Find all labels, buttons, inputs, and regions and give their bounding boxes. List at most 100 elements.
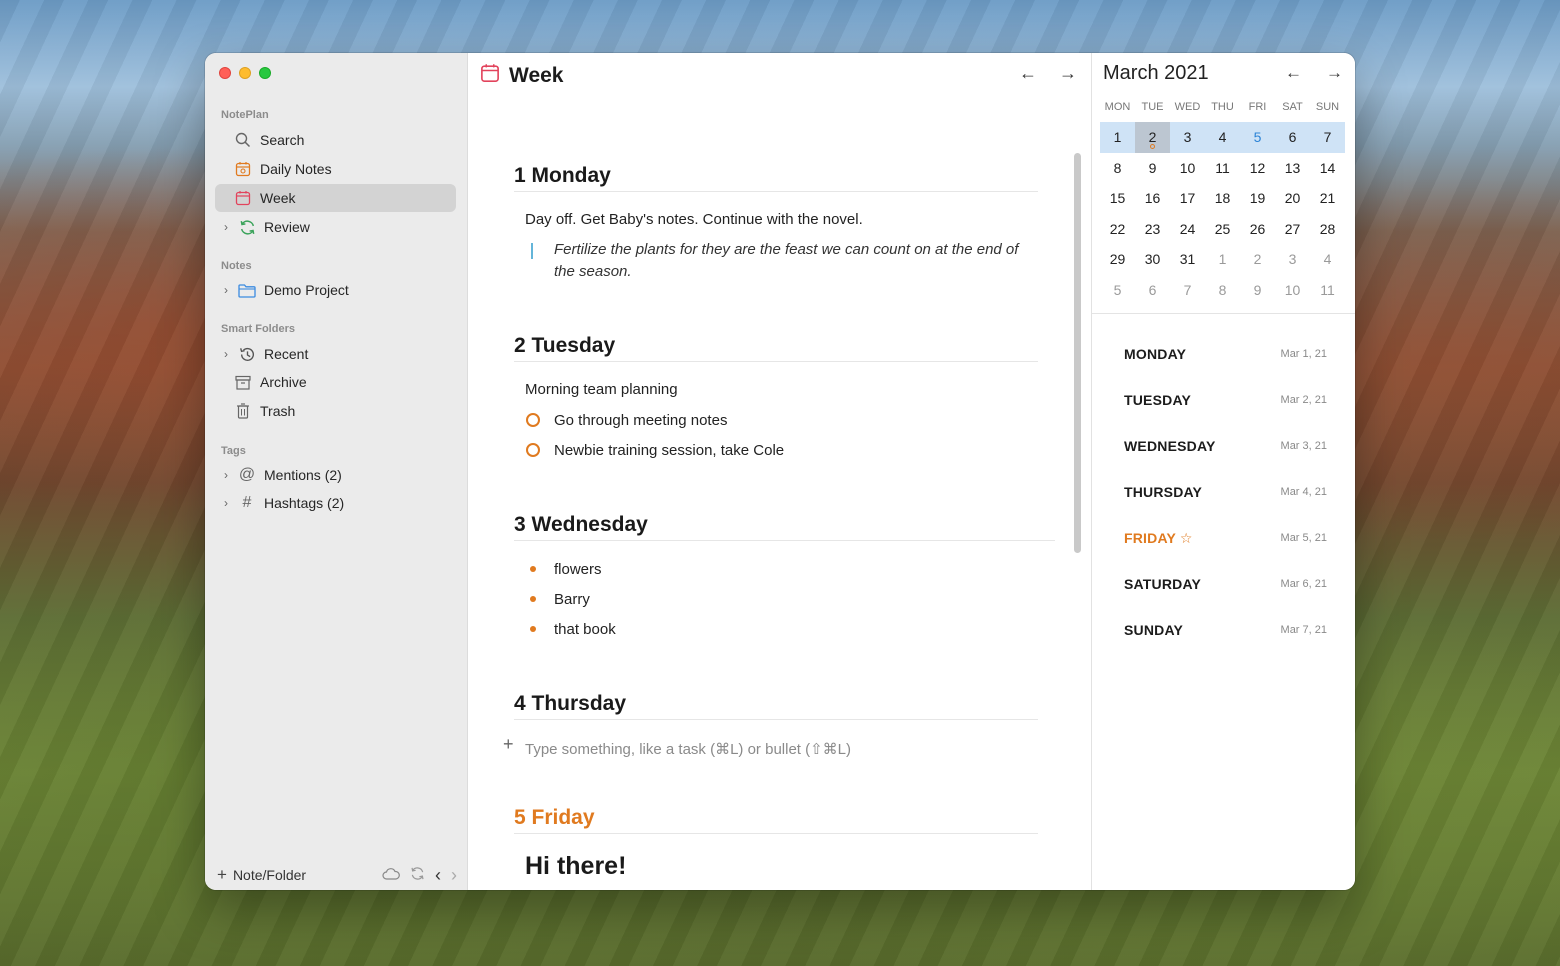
chevron-right-icon[interactable]: › <box>219 220 233 234</box>
calendar-week-row-selected[interactable]: 1 2 3 4 5 6 7 <box>1100 122 1345 153</box>
calendar-week-row[interactable]: 8 9 10 11 12 13 14 <box>1100 153 1345 184</box>
calendar-day[interactable]: 16 <box>1135 183 1170 214</box>
sidebar-item-week[interactable]: Week <box>215 184 456 212</box>
calendar-day[interactable]: 11 <box>1205 153 1240 184</box>
week-day-item-wednesday[interactable]: WEDNESDAY Mar 3, 21 <box>1092 423 1355 469</box>
sidebar-item-recent[interactable]: › Recent <box>215 340 456 368</box>
calendar-day[interactable]: 9 <box>1135 153 1170 184</box>
calendar-day[interactable]: 7 <box>1310 122 1345 153</box>
calendar-day[interactable]: 24 <box>1170 214 1205 245</box>
calendar-week-row[interactable]: 15 16 17 18 19 20 21 <box>1100 183 1345 214</box>
day-heading-wednesday[interactable]: 3 Wednesday <box>514 513 1055 541</box>
calendar-day[interactable]: 30 <box>1135 244 1170 275</box>
next-week-arrow-icon[interactable]: → <box>1059 63 1077 84</box>
calendar-day-next-month[interactable]: 9 <box>1240 275 1275 306</box>
day-heading-friday[interactable]: 5 Friday <box>514 806 1038 834</box>
sidebar-item-demo-project[interactable]: › Demo Project <box>215 276 456 304</box>
new-line-placeholder[interactable]: Type something, like a task (⌘L) or bull… <box>525 740 851 758</box>
calendar-day[interactable]: 6 <box>1275 122 1310 153</box>
sidebar-item-trash[interactable]: Trash <box>215 397 456 425</box>
calendar-day[interactable]: 8 <box>1100 153 1135 184</box>
task-checkbox[interactable] <box>526 413 540 427</box>
bullet-item[interactable]: flowers <box>554 561 602 578</box>
calendar-day[interactable]: 20 <box>1275 183 1310 214</box>
calendar-day-next-month[interactable]: 11 <box>1310 275 1345 306</box>
day-heading-tuesday[interactable]: 2 Tuesday <box>514 334 1038 362</box>
calendar-day[interactable]: 22 <box>1100 214 1135 245</box>
calendar-day-next-month[interactable]: 6 <box>1135 275 1170 306</box>
close-window-button[interactable] <box>219 67 231 79</box>
calendar-day[interactable]: 25 <box>1205 214 1240 245</box>
week-day-item-tuesday[interactable]: TUESDAY Mar 2, 21 <box>1092 377 1355 423</box>
calendar-day[interactable]: 27 <box>1275 214 1310 245</box>
week-day-item-saturday[interactable]: SATURDAY Mar 6, 21 <box>1092 561 1355 607</box>
week-day-item-thursday[interactable]: THURSDAY Mar 4, 21 <box>1092 469 1355 515</box>
forward-chevron-icon[interactable]: › <box>451 865 457 886</box>
task-item[interactable]: Go through meeting notes <box>554 412 727 429</box>
calendar-day[interactable]: 29 <box>1100 244 1135 275</box>
add-line-plus-icon[interactable]: + <box>503 734 514 755</box>
sync-icon[interactable] <box>410 866 425 884</box>
calendar-day[interactable]: 3 <box>1170 122 1205 153</box>
day-heading-monday[interactable]: 1 Monday <box>514 164 1038 192</box>
sidebar-item-daily-notes[interactable]: Daily Notes <box>215 155 456 183</box>
calendar-day-next-month[interactable]: 1 <box>1205 244 1240 275</box>
calendar-day[interactable]: 13 <box>1275 153 1310 184</box>
calendar-day-next-month[interactable]: 8 <box>1205 275 1240 306</box>
calendar-day-next-month[interactable]: 5 <box>1100 275 1135 306</box>
calendar-day[interactable]: 4 <box>1205 122 1240 153</box>
task-item[interactable]: Newbie training session, take Cole <box>554 442 784 459</box>
chevron-right-icon[interactable]: › <box>219 496 233 510</box>
tuesday-note-text[interactable]: Morning team planning <box>525 381 678 398</box>
editor-scrollbar[interactable] <box>1074 153 1081 553</box>
bullet-item[interactable]: Barry <box>554 591 590 608</box>
calendar-day[interactable]: 14 <box>1310 153 1345 184</box>
minimize-window-button[interactable] <box>239 67 251 79</box>
task-checkbox[interactable] <box>526 443 540 457</box>
calendar-day[interactable]: 17 <box>1170 183 1205 214</box>
calendar-day[interactable]: 23 <box>1135 214 1170 245</box>
chevron-right-icon[interactable]: › <box>219 468 233 482</box>
add-note-folder-button[interactable]: + Note/Folder <box>217 865 306 885</box>
chevron-right-icon[interactable]: › <box>219 283 233 297</box>
calendar-day[interactable]: 21 <box>1310 183 1345 214</box>
week-day-item-friday[interactable]: FRIDAY ☆ Mar 5, 21 <box>1092 515 1355 561</box>
sidebar-item-hashtags[interactable]: › # Hashtags (2) <box>215 489 456 517</box>
week-day-item-monday[interactable]: MONDAY Mar 1, 21 <box>1092 331 1355 377</box>
calendar-day-selected[interactable]: 2 <box>1135 122 1170 153</box>
calendar-day[interactable]: 18 <box>1205 183 1240 214</box>
next-month-arrow-icon[interactable]: → <box>1326 63 1343 83</box>
calendar-day[interactable]: 26 <box>1240 214 1275 245</box>
sidebar-item-archive[interactable]: Archive <box>215 368 456 396</box>
sidebar-item-search[interactable]: Search <box>215 126 456 154</box>
calendar-day[interactable]: 19 <box>1240 183 1275 214</box>
calendar-day-next-month[interactable]: 10 <box>1275 275 1310 306</box>
monday-note-text[interactable]: Day off. Get Baby's notes. Continue with… <box>525 211 863 228</box>
day-heading-thursday[interactable]: 4 Thursday <box>514 692 1038 720</box>
back-chevron-icon[interactable]: ‹ <box>435 865 441 886</box>
friday-heading-text[interactable]: Hi there! <box>525 852 626 881</box>
calendar-day[interactable]: 15 <box>1100 183 1135 214</box>
calendar-day[interactable]: 12 <box>1240 153 1275 184</box>
calendar-day[interactable]: 1 <box>1100 122 1135 153</box>
calendar-day-next-month[interactable]: 2 <box>1240 244 1275 275</box>
calendar-week-row[interactable]: 22 23 24 25 26 27 28 <box>1100 214 1345 245</box>
sidebar-item-mentions[interactable]: › @ Mentions (2) <box>215 461 456 489</box>
calendar-day-next-month[interactable]: 7 <box>1170 275 1205 306</box>
calendar-day-next-month[interactable]: 3 <box>1275 244 1310 275</box>
calendar-day-next-month[interactable]: 4 <box>1310 244 1345 275</box>
calendar-day[interactable]: 10 <box>1170 153 1205 184</box>
calendar-week-row[interactable]: 5 6 7 8 9 10 11 <box>1100 275 1345 306</box>
previous-week-arrow-icon[interactable]: ← <box>1019 63 1037 84</box>
sidebar-item-review[interactable]: › Review <box>215 213 456 241</box>
chevron-right-icon[interactable]: › <box>219 347 233 361</box>
zoom-window-button[interactable] <box>259 67 271 79</box>
monday-quote[interactable]: Fertilize the plants for they are the fe… <box>554 239 1024 283</box>
bullet-item[interactable]: that book <box>554 621 616 638</box>
previous-month-arrow-icon[interactable]: ← <box>1285 63 1302 83</box>
calendar-day[interactable]: 31 <box>1170 244 1205 275</box>
cloud-icon[interactable] <box>382 867 400 883</box>
calendar-day-today[interactable]: 5 <box>1240 122 1275 153</box>
calendar-week-row[interactable]: 29 30 31 1 2 3 4 <box>1100 244 1345 275</box>
calendar-day[interactable]: 28 <box>1310 214 1345 245</box>
